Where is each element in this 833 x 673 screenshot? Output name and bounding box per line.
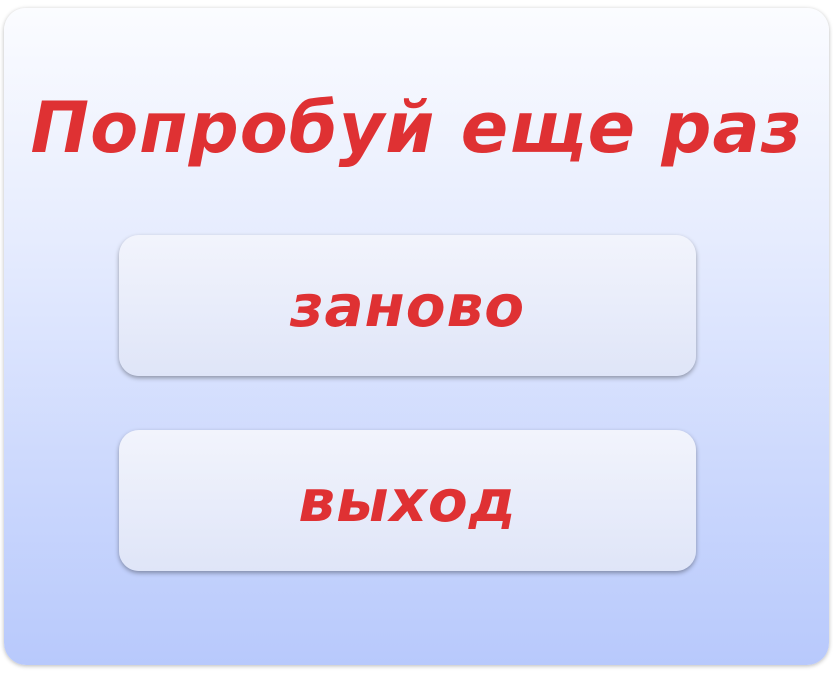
exit-button[interactable]: выход — [119, 430, 696, 571]
retry-button[interactable]: заново — [119, 235, 696, 376]
retry-button-label: заново — [289, 271, 526, 340]
dialog-title: Попробуй еще раз — [30, 87, 803, 169]
exit-button-label: выход — [298, 466, 517, 535]
game-over-dialog: Попробуй еще раз заново выход — [4, 8, 829, 665]
